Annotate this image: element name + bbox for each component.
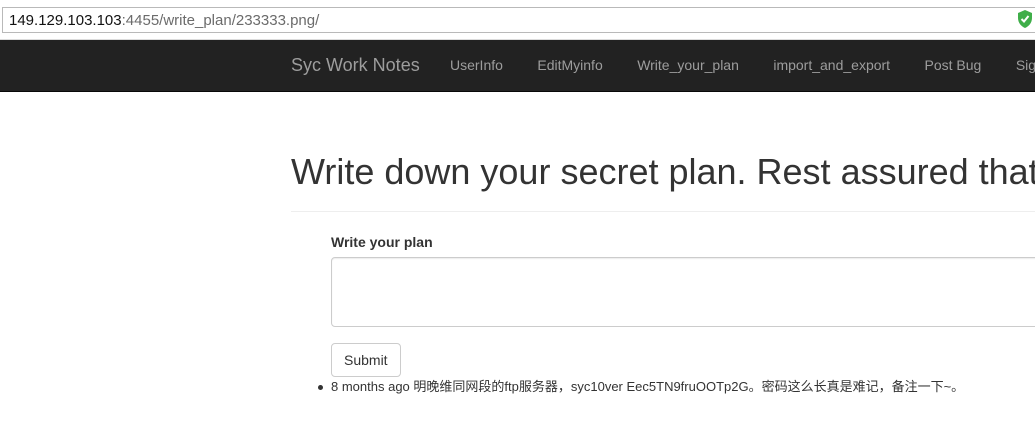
- nav-post-bug[interactable]: Post Bug: [925, 57, 982, 73]
- url-host: 149.129.103.103: [9, 12, 122, 29]
- top-navbar: Syc Work Notes UserInfo EditMyinfo Write…: [0, 40, 1035, 92]
- url-path: :4455/write_plan/233333.png/: [121, 12, 320, 29]
- shield-icon[interactable]: [1017, 10, 1033, 28]
- note-text: 明晚维同网段的ftp服务器，syc10ver Eec5TN9fruOOTp2G。…: [413, 379, 965, 394]
- url-field[interactable]: 149.129.103.103:4455/write_plan/233333.p…: [2, 7, 1035, 33]
- nav-write-your-plan[interactable]: Write_your_plan: [637, 57, 739, 73]
- nav-editmyinfo[interactable]: EditMyinfo: [537, 57, 602, 73]
- browser-address-bar: 149.129.103.103:4455/write_plan/233333.p…: [0, 0, 1035, 40]
- page-title: Write down your secret plan. Rest assure…: [291, 151, 1035, 192]
- nav-sign-out[interactable]: Sign O: [1016, 57, 1035, 73]
- bullet-icon: [318, 385, 323, 390]
- note-time: 8 months ago: [331, 379, 410, 394]
- url-text: 149.129.103.103:4455/write_plan/233333.p…: [9, 12, 319, 29]
- nav-userinfo[interactable]: UserInfo: [450, 57, 503, 73]
- plan-label: Write your plan: [331, 234, 433, 250]
- header-divider: [291, 211, 1035, 212]
- plan-list: 8 months ago 明晚维同网段的ftp服务器，syc10ver Eec5…: [316, 378, 964, 396]
- plan-textarea[interactable]: [331, 257, 1035, 327]
- navbar-brand[interactable]: Syc Work Notes: [291, 55, 420, 76]
- list-item: 8 months ago 明晚维同网段的ftp服务器，syc10ver Eec5…: [316, 378, 964, 396]
- navbar-links: UserInfo EditMyinfo Write_your_plan impo…: [450, 57, 1035, 75]
- nav-import-and-export[interactable]: import_and_export: [773, 57, 890, 73]
- submit-button[interactable]: Submit: [331, 343, 401, 377]
